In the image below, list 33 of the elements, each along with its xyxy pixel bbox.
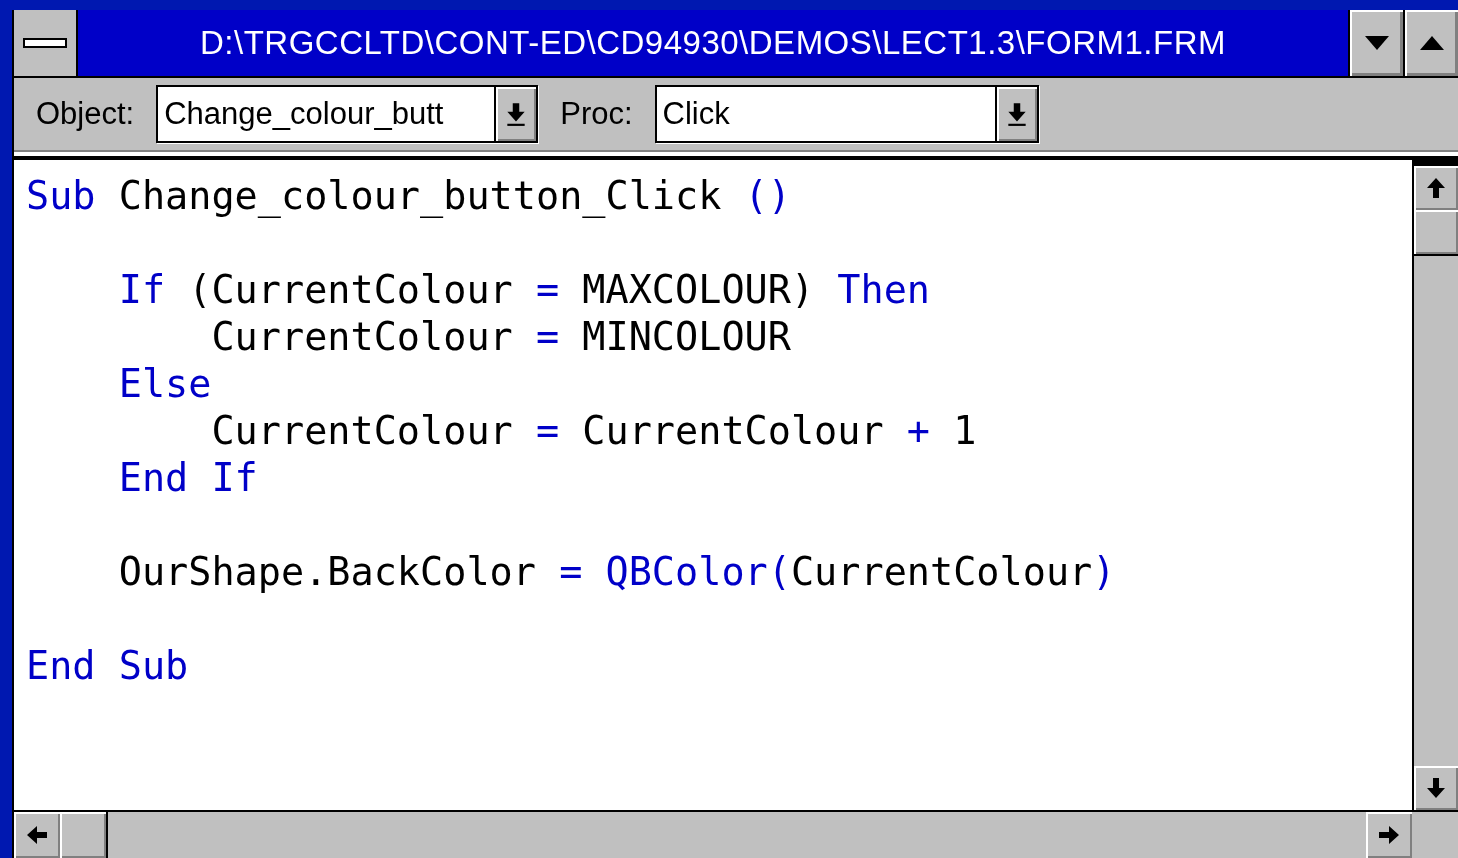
dash-icon [23,37,67,49]
code-line: CurrentColour = CurrentColour + 1 [210,407,978,454]
object-dropdown[interactable]: Change_colour_butt [156,85,539,143]
system-menu-button[interactable] [14,10,78,76]
triangle-down-icon [1364,36,1389,50]
right-arrow-icon [1377,823,1401,847]
code-line: End Sub [26,642,190,689]
proc-label: Proc: [560,96,633,132]
scroll-right-button[interactable] [1366,812,1412,858]
scroll-thumb[interactable] [60,812,108,858]
scroll-down-button[interactable] [1414,766,1458,810]
maximize-button[interactable] [1403,10,1458,76]
code-line: End If [117,454,259,501]
window-title: D:\TRGCCLTD\CONT-ED\CD94930\DEMOS\LECT1.3\FORM1.FRM [198,24,1227,62]
code-line: CurrentColour = MINCOLOUR [210,313,792,360]
code-line: Else [117,360,213,407]
up-arrow-icon [1424,176,1448,200]
scroll-up-button[interactable] [1414,166,1458,210]
scroll-thumb[interactable] [1414,210,1458,256]
code-line: OurShape.BackColor = QBColor(CurrentColour) [117,548,1117,595]
object-label: Object: [36,96,135,132]
code-line: If (CurrentColour = MAXCOLOUR) Then [117,266,931,313]
down-arrow-icon [1424,776,1448,800]
minimize-button[interactable] [1348,10,1403,76]
code-line: Sub Change_colour_button_Click () [26,172,792,219]
down-arrow-icon [506,101,527,127]
scroll-left-button[interactable] [14,812,60,858]
dropdown-button[interactable] [994,87,1037,141]
triangle-up-icon [1419,36,1444,50]
left-arrow-icon [25,823,49,847]
down-arrow-icon [1006,101,1027,127]
proc-dropdown[interactable]: Click [654,85,1039,143]
dropdown-button[interactable] [494,87,537,141]
